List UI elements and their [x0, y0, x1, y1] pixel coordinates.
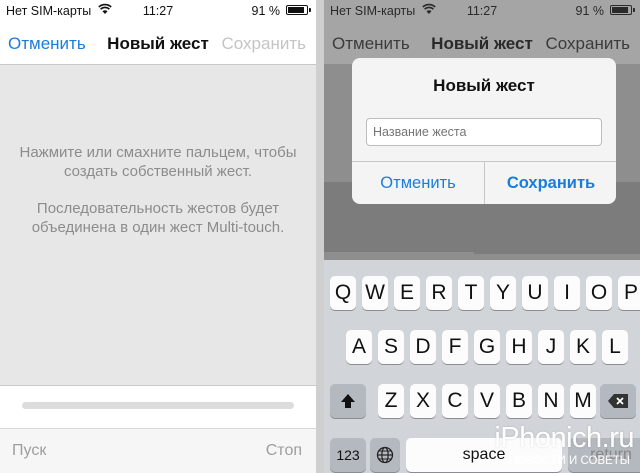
delete-key[interactable]: [600, 384, 636, 418]
key-v[interactable]: V: [474, 384, 500, 418]
watermark-subtitle: НОВОСТИ И СОВЕТЫ: [509, 455, 630, 467]
numbers-key[interactable]: 123: [330, 438, 366, 472]
instruction-text-tap: Нажмите или смахните пальцем, чтобы созд…: [19, 144, 297, 180]
status-bar: Нет SIM-карты 11:27 91 %: [0, 0, 316, 22]
battery-percent: 91 %: [251, 4, 281, 18]
backspace-icon: [608, 394, 628, 408]
globe-key[interactable]: [370, 438, 400, 472]
status-bar: Нет SIM-карты 11:27 91 %: [324, 0, 640, 22]
key-e[interactable]: E: [394, 276, 420, 310]
shift-key[interactable]: [330, 384, 366, 418]
battery-percent: 91 %: [575, 4, 605, 18]
navigation-bar: Отменить Новый жест Сохранить: [0, 22, 316, 64]
save-button: Сохранить: [545, 34, 630, 53]
key-d[interactable]: D: [410, 330, 436, 364]
key-l[interactable]: L: [602, 330, 628, 364]
key-s[interactable]: S: [378, 330, 404, 364]
gesture-name-input[interactable]: [366, 118, 602, 146]
key-z[interactable]: Z: [378, 384, 404, 418]
watermark-logo: iPhonich.ru: [494, 422, 634, 454]
key-n[interactable]: N: [538, 384, 564, 418]
dialog-save-button[interactable]: Сохранить: [485, 174, 616, 193]
key-y[interactable]: Y: [490, 276, 516, 310]
key-a[interactable]: A: [346, 330, 372, 364]
key-o[interactable]: O: [586, 276, 612, 310]
dialog-cancel-button[interactable]: Отменить: [352, 174, 484, 193]
save-gesture-screen: Нет SIM-карты 11:27 91 % Отменить Новый …: [324, 0, 640, 473]
key-q[interactable]: Q: [330, 276, 356, 310]
key-u[interactable]: U: [522, 276, 548, 310]
screen-divider: [316, 0, 324, 473]
name-gesture-dialog: Новый жест Отменить Сохранить: [352, 58, 616, 204]
key-f[interactable]: F: [442, 330, 468, 364]
shift-arrow-icon: [341, 394, 355, 408]
recorded-gesture-stroke: [474, 232, 640, 254]
stop-button[interactable]: Стоп: [266, 442, 302, 460]
gesture-recording-screen: Нет SIM-карты 11:27 91 % Отменить Новый …: [0, 0, 316, 473]
key-j[interactable]: J: [538, 330, 564, 364]
key-w[interactable]: W: [362, 276, 388, 310]
key-t[interactable]: T: [458, 276, 484, 310]
key-p[interactable]: P: [618, 276, 640, 310]
dialog-title: Новый жест: [433, 76, 535, 95]
key-x[interactable]: X: [410, 384, 436, 418]
key-m[interactable]: M: [570, 384, 596, 418]
key-b[interactable]: B: [506, 384, 532, 418]
battery-fill: [612, 7, 628, 13]
save-button[interactable]: Сохранить: [222, 34, 306, 54]
key-k[interactable]: K: [570, 330, 596, 364]
battery-icon: [286, 5, 311, 15]
battery-fill: [288, 7, 304, 13]
key-c[interactable]: C: [442, 384, 468, 418]
play-button[interactable]: Пуск: [12, 442, 46, 460]
gesture-progress-bar: [22, 402, 294, 409]
key-i[interactable]: I: [554, 276, 580, 310]
key-g[interactable]: G: [474, 330, 500, 364]
key-r[interactable]: R: [426, 276, 452, 310]
watermark: iPhonich.ru НОВОСТИ И СОВЕТЫ: [474, 422, 634, 470]
instruction-text-multitouch: Последовательность жестов будет объедине…: [31, 200, 285, 236]
key-h[interactable]: H: [506, 330, 532, 364]
battery-icon: [610, 5, 635, 15]
globe-icon: [376, 446, 394, 464]
